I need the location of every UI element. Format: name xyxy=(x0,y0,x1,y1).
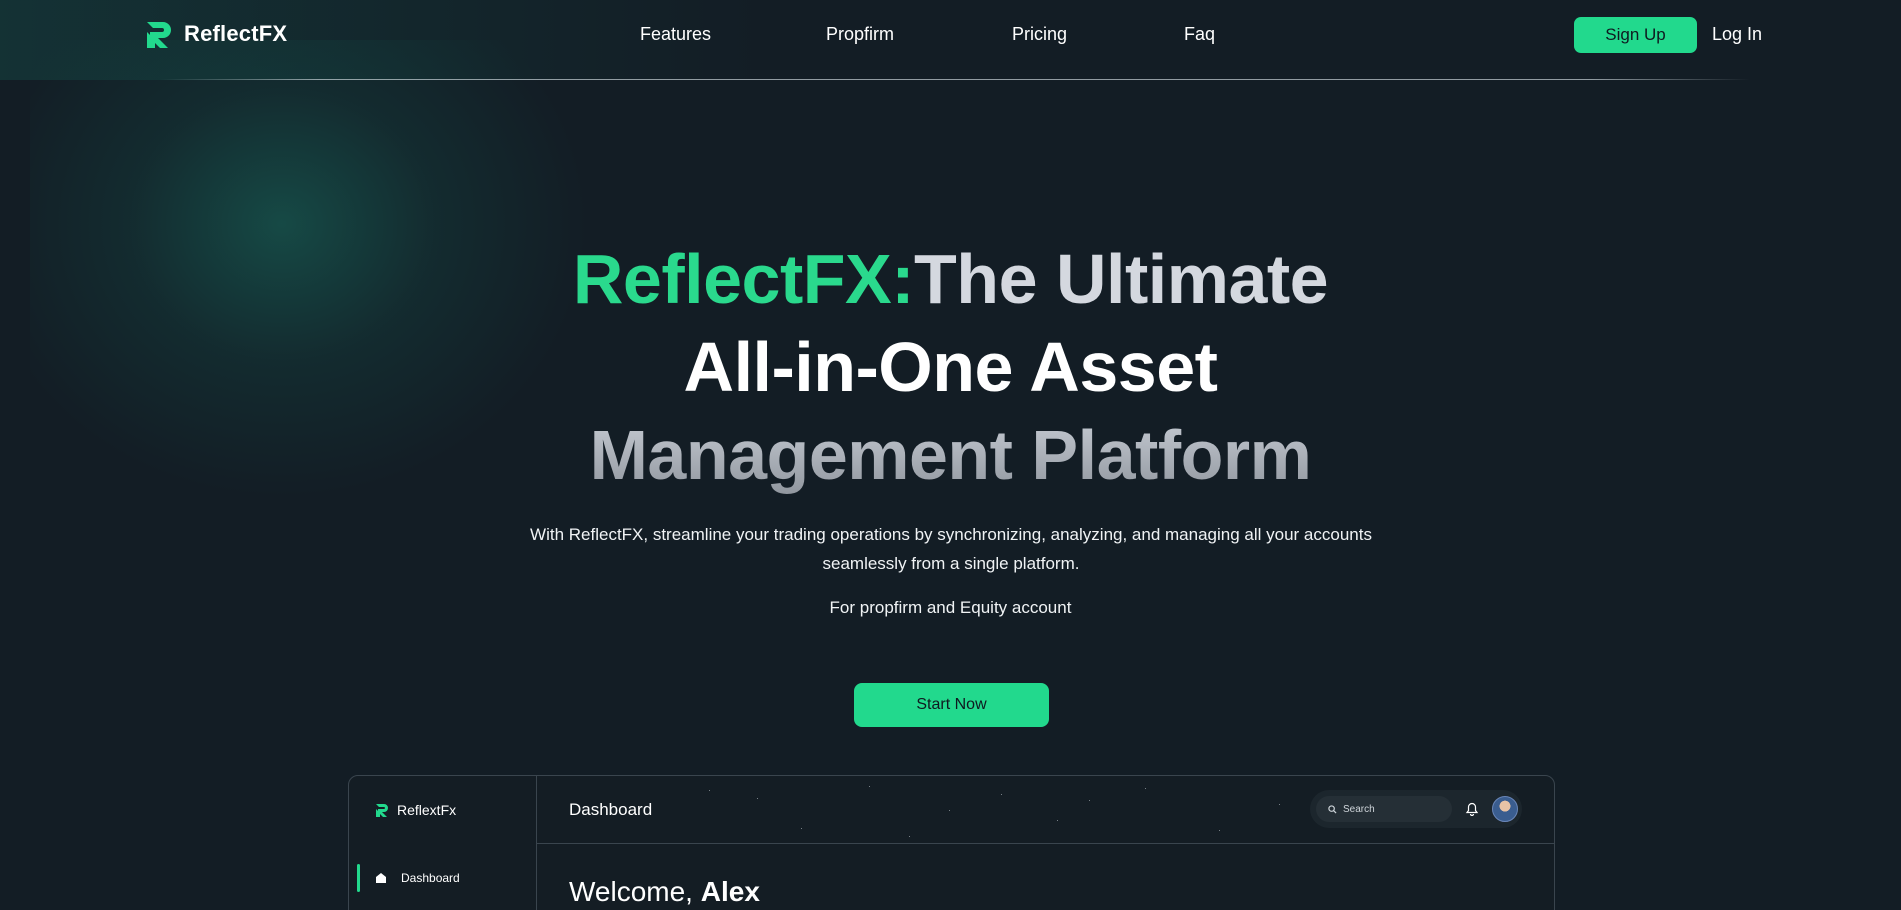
reflectfx-logo-icon xyxy=(147,22,171,48)
star-dot xyxy=(1279,804,1280,805)
search-icon xyxy=(1328,804,1337,814)
nav-link-pricing[interactable]: Pricing xyxy=(1012,24,1067,45)
nav-link-features[interactable]: Features xyxy=(640,24,711,45)
preview-sidebar-item-label: Dashboard xyxy=(401,871,460,885)
star-dot xyxy=(1145,788,1146,789)
preview-logo[interactable]: ReflextFx xyxy=(375,802,456,818)
preview-welcome: Welcome, Alex xyxy=(569,876,760,908)
brand-logo[interactable]: ReflectFX xyxy=(144,18,287,50)
star-dot xyxy=(801,828,802,829)
bell-icon[interactable] xyxy=(1465,802,1479,816)
star-dot xyxy=(869,786,870,787)
log-in-link[interactable]: Log In xyxy=(1712,24,1762,45)
hero-account-types: For propfirm and Equity account xyxy=(829,598,1072,617)
hero-title: ReflectFX:The Ultimate All-in-One Asset … xyxy=(0,235,1901,499)
hero-title-line-2: All-in-One Asset xyxy=(683,328,1218,406)
preview-header: Dashboard xyxy=(537,776,1554,844)
star-dot xyxy=(1057,820,1058,821)
hero-title-line-3: Management Platform xyxy=(0,411,1901,499)
star-dot xyxy=(1001,794,1002,795)
hero-title-accent: ReflectFX: xyxy=(572,240,915,318)
hero-title-line-1: ReflectFX:The Ultimate xyxy=(0,235,1901,323)
active-indicator xyxy=(357,864,360,892)
hero-title-line-1-rest: The Ultimate xyxy=(914,240,1329,318)
preview-search-box[interactable] xyxy=(1316,796,1452,822)
nav-link-propfirm[interactable]: Propfirm xyxy=(826,24,894,45)
star-dot xyxy=(949,810,950,811)
star-dot xyxy=(709,790,710,791)
brand-name: ReflectFX xyxy=(184,21,288,46)
user-avatar[interactable] xyxy=(1492,796,1518,822)
preview-page-title: Dashboard xyxy=(569,800,653,819)
preview-sidebar: ReflextFx Dashboard xyxy=(349,776,537,910)
star-dot xyxy=(757,798,758,799)
welcome-user-name: Alex xyxy=(700,876,760,907)
preview-sidebar-item-dashboard[interactable]: Dashboard xyxy=(357,864,527,892)
dashboard-preview: ReflextFx Dashboard Dashboard Search Wel… xyxy=(348,775,1555,910)
star-dot xyxy=(909,836,910,837)
star-dot xyxy=(1089,800,1090,801)
sign-up-button[interactable]: Sign Up xyxy=(1574,17,1697,53)
home-icon xyxy=(376,873,386,883)
preview-logo-icon xyxy=(376,804,388,817)
start-now-button[interactable]: Start Now xyxy=(854,683,1049,727)
star-dot xyxy=(1219,830,1220,831)
nav-link-faq[interactable]: Faq xyxy=(1184,24,1215,45)
preview-logo-text: ReflextFx xyxy=(397,802,457,818)
hero-subtitle: With ReflectFX, streamline your trading … xyxy=(530,525,1372,573)
welcome-prefix: Welcome, xyxy=(569,876,693,907)
preview-search-input[interactable] xyxy=(1343,803,1443,815)
top-navigation: ReflectFX Features Propfirm Pricing Faq … xyxy=(0,0,1901,80)
preview-toolbar xyxy=(1310,790,1522,828)
nav-divider xyxy=(160,79,1750,80)
